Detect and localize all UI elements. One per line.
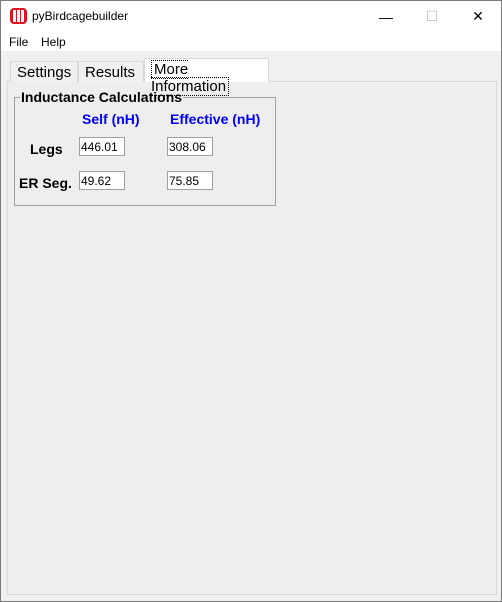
window-title: pyBirdcagebuilder [32, 9, 129, 23]
title-bar: pyBirdcagebuilder — ☐ ✕ [1, 1, 501, 32]
menu-bar: File Help [1, 32, 501, 51]
tab-label: More Information [151, 60, 230, 96]
maximize-button[interactable]: ☐ [409, 1, 455, 32]
app-window: pyBirdcagebuilder — ☐ ✕ File Help Induct… [0, 0, 502, 602]
legs-effective-input[interactable]: 308.06 [167, 137, 213, 156]
menu-file[interactable]: File [9, 35, 28, 49]
menu-help[interactable]: Help [41, 35, 66, 49]
tab-results[interactable]: Results [78, 61, 144, 82]
legs-self-input[interactable]: 446.01 [79, 137, 125, 156]
er-seg-effective-input[interactable]: 75.85 [167, 171, 213, 190]
header-effective: Effective (nH) [170, 111, 261, 127]
tab-settings[interactable]: Settings [10, 61, 78, 82]
tab-panel-more-information: Inductance Calculations Self (nH) Effect… [7, 81, 497, 595]
row-label-legs: Legs [30, 141, 63, 157]
header-self: Self (nH) [82, 111, 140, 127]
er-seg-self-input[interactable]: 49.62 [79, 171, 125, 190]
inductance-group: Inductance Calculations Self (nH) Effect… [14, 89, 276, 206]
tab-more-information[interactable]: More Information [144, 58, 269, 96]
minimize-button[interactable]: — [363, 1, 409, 32]
close-button[interactable]: ✕ [455, 1, 501, 32]
row-label-er-seg: ER Seg. [19, 175, 72, 191]
birdcage-app-icon [10, 8, 27, 24]
